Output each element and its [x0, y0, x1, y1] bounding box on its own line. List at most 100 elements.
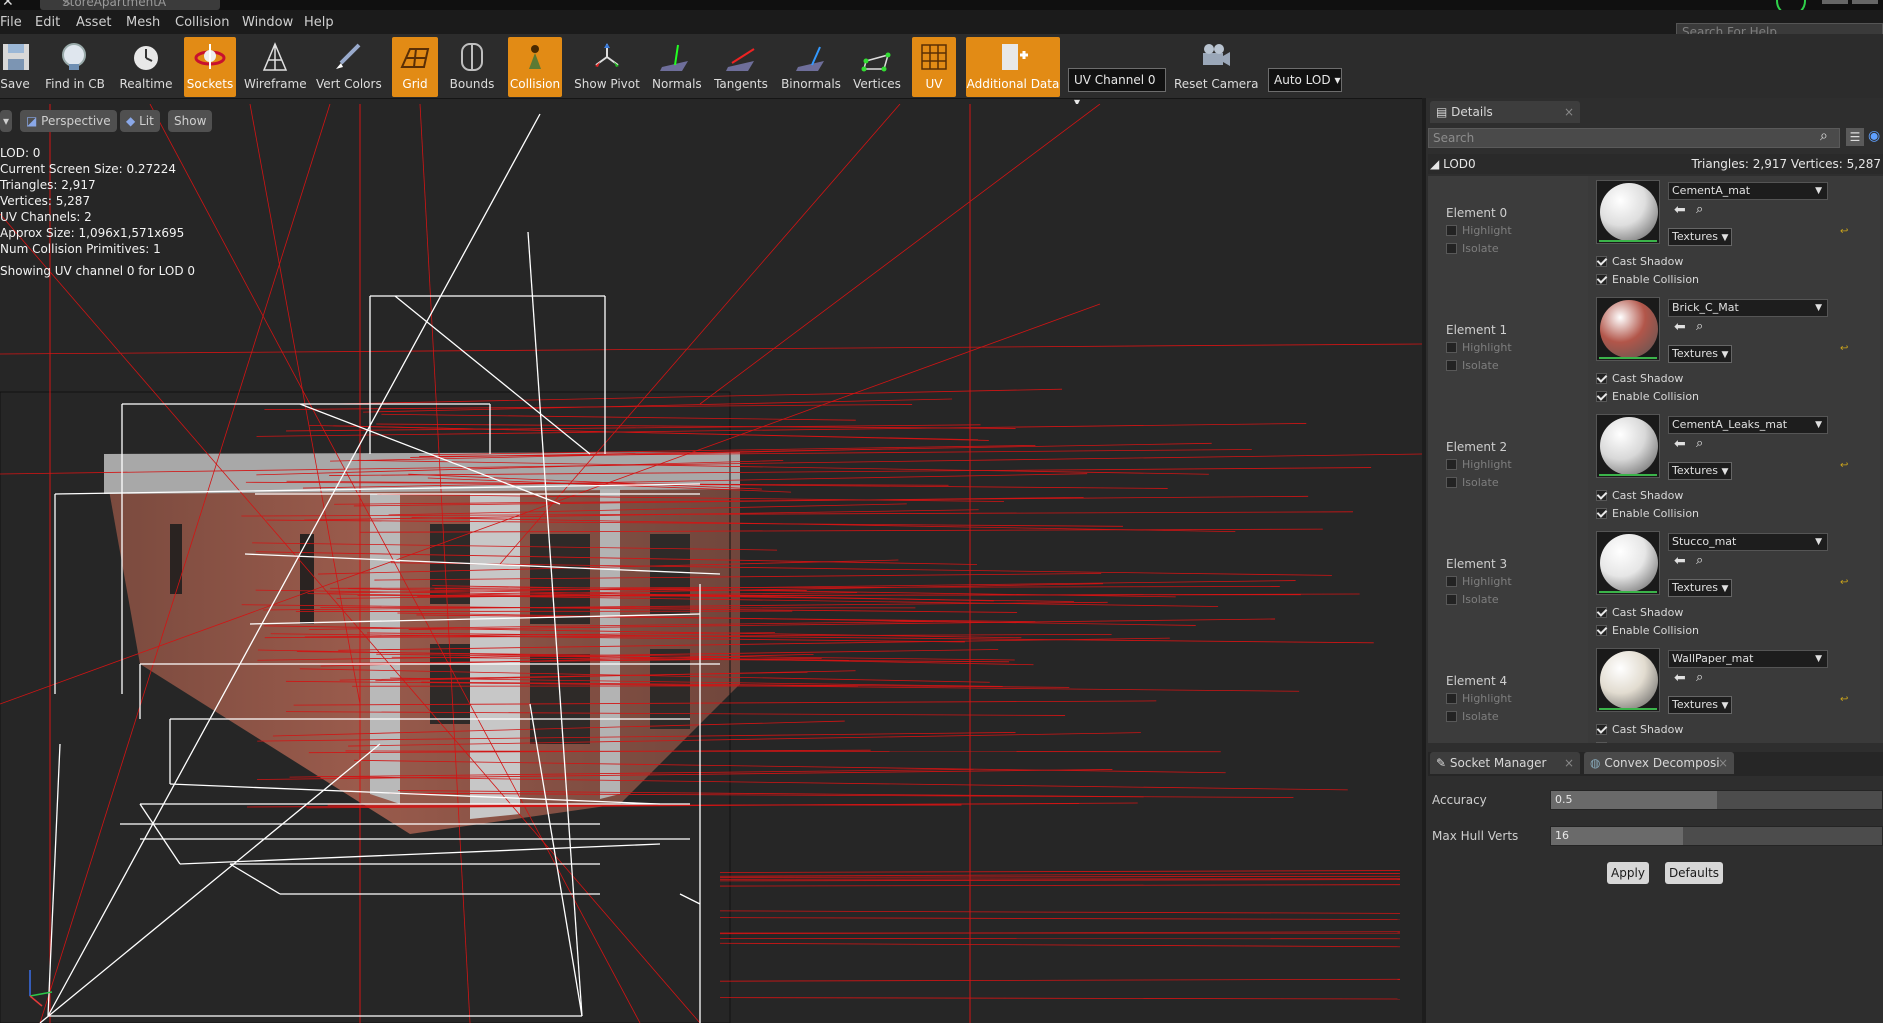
- use-selected-arrow-icon[interactable]: ⬅: [1674, 202, 1686, 218]
- material-dropdown[interactable]: CementA_mat ▼: [1668, 182, 1828, 200]
- tab-convex-decomposition[interactable]: ◍ Convex Decomposi ×: [1584, 752, 1734, 774]
- accuracy-slider[interactable]: 0.5: [1550, 790, 1883, 810]
- close-icon[interactable]: ×: [1564, 752, 1574, 774]
- textures-dropdown[interactable]: Textures ▼: [1668, 696, 1732, 714]
- textures-dropdown[interactable]: Textures ▼: [1668, 462, 1732, 480]
- material-thumbnail[interactable]: [1596, 297, 1660, 361]
- material-dropdown[interactable]: CementA_Leaks_mat ▼: [1668, 416, 1828, 434]
- isolate-checkbox[interactable]: [1446, 711, 1457, 722]
- menu-window[interactable]: Window: [242, 15, 293, 30]
- view-options-icon[interactable]: ☰: [1846, 128, 1864, 146]
- highlight-checkbox[interactable]: [1446, 225, 1457, 236]
- tab-details[interactable]: ▤ Details ×: [1430, 101, 1580, 123]
- collision-button[interactable]: Collision: [508, 37, 562, 97]
- reset-to-default-icon[interactable]: ↩: [1840, 460, 1848, 471]
- realtime-button[interactable]: Realtime: [118, 37, 174, 97]
- maximize-button[interactable]: [1852, 0, 1878, 4]
- cast-shadow-checkbox[interactable]: [1596, 256, 1607, 267]
- cast-shadow-label: Cast Shadow: [1612, 489, 1684, 502]
- isolate-checkbox[interactable]: [1446, 243, 1457, 254]
- highlight-checkbox[interactable]: [1446, 459, 1457, 470]
- close-tab-icon[interactable]: ×: [62, 0, 212, 8]
- menu-edit[interactable]: Edit: [35, 15, 60, 30]
- browse-search-icon[interactable]: ⌕: [1696, 670, 1703, 685]
- viewport-options-button[interactable]: ▾: [0, 110, 12, 132]
- tab-socket-manager[interactable]: ✎ Socket Manager ×: [1430, 752, 1580, 774]
- lod-header[interactable]: ◢ LOD0 Triangles: 2,917 Vertices: 5,287: [1428, 154, 1883, 174]
- uv-channel-dropdown[interactable]: UV Channel 0 ▾: [1068, 68, 1166, 109]
- browse-search-icon[interactable]: ⌕: [1696, 319, 1703, 334]
- menu-asset[interactable]: Asset: [76, 15, 112, 30]
- cast-shadow-checkbox[interactable]: [1596, 373, 1607, 384]
- material-dropdown[interactable]: WallPaper_mat ▼: [1668, 650, 1828, 668]
- reset-to-default-icon[interactable]: ↩: [1840, 226, 1848, 237]
- material-thumbnail[interactable]: [1596, 648, 1660, 712]
- eye-icon[interactable]: ◉: [1868, 128, 1880, 144]
- use-selected-arrow-icon[interactable]: ⬅: [1674, 553, 1686, 569]
- sockets-button[interactable]: Sockets: [184, 37, 236, 97]
- uv-button[interactable]: UV: [912, 37, 956, 97]
- material-thumbnail[interactable]: [1596, 180, 1660, 244]
- close-icon[interactable]: ×: [1718, 752, 1728, 774]
- menu-file[interactable]: File: [0, 15, 22, 30]
- reset-to-default-icon[interactable]: ↩: [1840, 694, 1848, 705]
- show-button[interactable]: Show: [168, 110, 213, 132]
- vertices-button[interactable]: Vertices: [852, 37, 902, 97]
- enable-collision-checkbox[interactable]: [1596, 625, 1607, 636]
- highlight-checkbox[interactable]: [1446, 693, 1457, 704]
- bounds-button[interactable]: Bounds: [446, 37, 498, 97]
- cast-shadow-checkbox[interactable]: [1596, 607, 1607, 618]
- browse-search-icon[interactable]: ⌕: [1696, 202, 1703, 217]
- material-dropdown[interactable]: Brick_C_Mat ▼: [1668, 299, 1828, 317]
- reset-camera-button[interactable]: Reset Camera: [1174, 37, 1258, 97]
- enable-collision-checkbox[interactable]: [1596, 391, 1607, 402]
- enable-collision-checkbox[interactable]: [1596, 274, 1607, 285]
- enable-collision-checkbox[interactable]: [1596, 508, 1607, 519]
- menu-collision[interactable]: Collision: [175, 15, 229, 30]
- lod-dropdown[interactable]: Auto LOD ▾: [1268, 68, 1342, 92]
- normals-button[interactable]: Normals: [652, 37, 702, 97]
- lit-button[interactable]: ◆ Lit: [120, 110, 160, 132]
- find-in-cb-button[interactable]: Find in CB: [44, 37, 106, 97]
- wireframe-button[interactable]: Wireframe: [244, 37, 307, 97]
- menu-help[interactable]: Help: [304, 15, 334, 30]
- grid-button[interactable]: Grid: [392, 37, 438, 97]
- highlight-checkbox[interactable]: [1446, 576, 1457, 587]
- max-hull-verts-slider[interactable]: 16: [1550, 826, 1883, 846]
- isolate-checkbox[interactable]: [1446, 594, 1457, 605]
- minimize-button[interactable]: [1822, 0, 1848, 4]
- textures-dropdown[interactable]: Textures ▼: [1668, 345, 1732, 363]
- vert-colors-button[interactable]: Vert Colors: [316, 37, 382, 97]
- reset-to-default-icon[interactable]: ↩: [1840, 343, 1848, 354]
- cast-shadow-checkbox[interactable]: [1596, 724, 1607, 735]
- reset-to-default-icon[interactable]: ↩: [1840, 577, 1848, 588]
- tangents-button[interactable]: Tangents: [712, 37, 770, 97]
- browse-search-icon[interactable]: ⌕: [1696, 436, 1703, 451]
- highlight-checkbox[interactable]: [1446, 342, 1457, 353]
- material-thumbnail[interactable]: [1596, 414, 1660, 478]
- enable-collision-checkbox[interactable]: [1596, 742, 1607, 743]
- use-selected-arrow-icon[interactable]: ⬅: [1674, 670, 1686, 686]
- material-thumbnail[interactable]: [1596, 531, 1660, 595]
- use-selected-arrow-icon[interactable]: ⬅: [1674, 319, 1686, 335]
- viewport[interactable]: LOD: 0 Current Screen Size: 0.27224 Tria…: [0, 104, 1422, 1023]
- perspective-button[interactable]: ◪ Perspective: [20, 110, 117, 132]
- show-pivot-button[interactable]: Show Pivot: [572, 37, 642, 97]
- isolate-checkbox[interactable]: [1446, 360, 1457, 371]
- material-dropdown[interactable]: Stucco_mat ▼: [1668, 533, 1828, 551]
- textures-dropdown[interactable]: Textures ▼: [1668, 228, 1732, 246]
- use-selected-arrow-icon[interactable]: ⬅: [1674, 436, 1686, 452]
- isolate-checkbox[interactable]: [1446, 477, 1457, 488]
- defaults-button[interactable]: Defaults: [1665, 862, 1723, 884]
- close-icon[interactable]: ×: [1564, 101, 1574, 123]
- menu-mesh[interactable]: Mesh: [126, 15, 160, 30]
- asset-tab[interactable]: StoreApartmentA ×: [40, 0, 220, 10]
- browse-search-icon[interactable]: ⌕: [1696, 553, 1703, 568]
- apply-button[interactable]: Apply: [1607, 862, 1649, 884]
- textures-dropdown[interactable]: Textures ▼: [1668, 579, 1732, 597]
- cast-shadow-checkbox[interactable]: [1596, 490, 1607, 501]
- save-button[interactable]: Save: [0, 37, 30, 97]
- details-search-input[interactable]: Search: [1428, 128, 1840, 148]
- binormals-button[interactable]: Binormals: [780, 37, 842, 97]
- additional-data-button[interactable]: Additional Data: [966, 37, 1060, 97]
